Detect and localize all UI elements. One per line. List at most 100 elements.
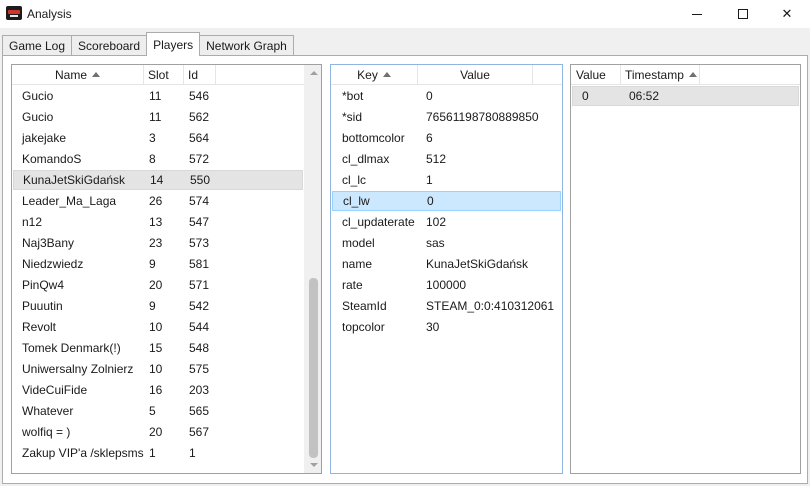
window-title: Analysis — [27, 7, 72, 21]
property-key-cell: cl_updaterate — [342, 215, 415, 229]
player-row[interactable]: Revolt 10 544 — [13, 317, 303, 337]
property-row[interactable]: cl_lc 1 — [332, 170, 561, 190]
maximize-button[interactable] — [720, 0, 766, 28]
column-header-id[interactable]: Id — [184, 65, 216, 85]
column-header-name[interactable]: Name — [12, 65, 144, 85]
player-row[interactable]: PinQw4 20 571 — [13, 275, 303, 295]
history-header: Value Timestamp — [571, 65, 800, 85]
property-row[interactable]: model sas — [332, 233, 561, 253]
scroll-thumb[interactable] — [309, 278, 318, 458]
player-name-cell: Tomek Denmark(!) — [22, 341, 121, 355]
scroll-down-icon[interactable] — [310, 463, 318, 467]
scroll-up-icon[interactable] — [310, 71, 318, 75]
player-row[interactable]: VideCuiFide 16 203 — [13, 380, 303, 400]
player-row[interactable]: Gucio 11 562 — [13, 107, 303, 127]
player-id-cell: 575 — [189, 362, 210, 376]
value-history-list[interactable]: Value Timestamp 0 06:52 — [570, 64, 801, 474]
player-row[interactable]: Naj3Bany 23 573 — [13, 233, 303, 253]
player-slot-cell: 8 — [149, 152, 156, 166]
tab-strip: Game Log Scoreboard Players Network Grap… — [2, 32, 294, 56]
player-slot-cell: 20 — [149, 425, 163, 439]
player-row[interactable]: Leader_Ma_Laga 26 574 — [13, 191, 303, 211]
player-id-cell: 562 — [189, 110, 210, 124]
players-tab-page: Name Slot Id Gucio 11 546 Gucio 11 562 jakejak… — [2, 55, 808, 484]
property-row[interactable]: cl_dlmax 512 — [332, 149, 561, 169]
close-icon: ✕ — [781, 6, 793, 21]
property-value-cell: 30 — [426, 320, 440, 334]
player-row[interactable]: Niedzwiedz 9 581 — [13, 254, 303, 274]
column-header-timestamp[interactable]: Timestamp — [621, 65, 700, 85]
column-header-value[interactable]: Value — [418, 65, 533, 85]
tab-players[interactable]: Players — [146, 32, 201, 56]
close-button[interactable]: ✕ — [764, 0, 810, 28]
property-value-cell: KunaJetSkiGdańsk — [426, 257, 529, 271]
player-row[interactable]: KomandoS 8 572 — [13, 149, 303, 169]
player-slot-cell: 26 — [149, 194, 163, 208]
column-header-key[interactable]: Key — [331, 65, 418, 85]
property-row[interactable]: topcolor 30 — [332, 317, 561, 337]
column-header-slot[interactable]: Slot — [144, 65, 184, 85]
property-row[interactable]: bottomcolor 6 — [332, 128, 561, 148]
player-row[interactable]: KunaJetSkiGdańsk 14 550 — [13, 170, 303, 190]
property-value-cell: sas — [426, 236, 445, 250]
player-row[interactable]: n12 13 547 — [13, 212, 303, 232]
tab-scoreboard[interactable]: Scoreboard — [71, 35, 148, 56]
player-name-cell: PinQw4 — [22, 278, 65, 292]
players-list[interactable]: Name Slot Id Gucio 11 546 Gucio 11 562 jakejak… — [11, 64, 322, 474]
property-row[interactable]: *sid 76561198780889850 — [332, 107, 561, 127]
player-slot-cell: 10 — [149, 320, 163, 334]
property-row[interactable]: *bot 0 — [332, 86, 561, 106]
property-row[interactable]: cl_updaterate 102 — [332, 212, 561, 232]
player-row[interactable]: Whatever 5 565 — [13, 401, 303, 421]
property-value-cell: 1 — [426, 173, 433, 187]
player-row[interactable]: Puuutin 9 542 — [13, 296, 303, 316]
column-header-id-label: Id — [188, 68, 199, 82]
property-row[interactable]: rate 100000 — [332, 275, 561, 295]
property-key-cell: *sid — [342, 110, 363, 124]
players-scrollbar[interactable] — [304, 65, 321, 473]
player-row[interactable]: jakejake 3 564 — [13, 128, 303, 148]
property-value-cell: 512 — [426, 152, 447, 166]
player-row[interactable]: Uniwersalny Zolnierz 10 575 — [13, 359, 303, 379]
player-id-cell: 550 — [190, 173, 211, 187]
player-name-cell: VideCuiFide — [22, 383, 88, 397]
player-slot-cell: 5 — [149, 404, 156, 418]
property-key-cell: SteamId — [342, 299, 387, 313]
player-slot-cell: 15 — [149, 341, 163, 355]
player-id-cell: 573 — [189, 236, 210, 250]
player-row[interactable]: wolfiq = ) 20 567 — [13, 422, 303, 442]
player-slot-cell: 1 — [149, 446, 156, 460]
player-row[interactable]: Tomek Denmark(!) 15 548 — [13, 338, 303, 358]
maximize-icon — [738, 9, 748, 19]
app-logo-icon — [6, 6, 22, 20]
player-name-cell: KomandoS — [22, 152, 82, 166]
tab-network-graph[interactable]: Network Graph — [199, 35, 294, 56]
column-header-timestamp-label: Timestamp — [625, 68, 684, 82]
player-id-cell: 581 — [189, 257, 210, 271]
minimize-button[interactable] — [674, 0, 720, 28]
sort-ascending-icon — [382, 72, 391, 77]
property-key-cell: model — [342, 236, 375, 250]
player-slot-cell: 16 — [149, 383, 163, 397]
player-name-cell: Revolt — [22, 320, 57, 334]
property-row[interactable]: SteamId STEAM_0:0:410312061 — [332, 296, 561, 316]
player-row[interactable]: Zakup VIP'a /sklepsms 1 1 — [13, 443, 303, 463]
player-properties-list[interactable]: Key Value *bot 0 *sid 76561198780889850 bott… — [330, 64, 563, 474]
property-value-cell: 6 — [426, 131, 433, 145]
history-timestamp-cell: 06:52 — [629, 89, 660, 103]
player-row[interactable]: Gucio 11 546 — [13, 86, 303, 106]
column-header-history-value[interactable]: Value — [571, 65, 621, 85]
property-row[interactable]: cl_lw 0 — [332, 191, 561, 211]
player-slot-cell: 9 — [149, 257, 156, 271]
history-row[interactable]: 0 06:52 — [572, 86, 799, 106]
player-name-cell: jakejake — [22, 131, 67, 145]
history-value-cell: 0 — [582, 89, 589, 103]
player-id-cell: 548 — [189, 341, 210, 355]
player-slot-cell: 14 — [150, 173, 164, 187]
property-key-cell: *bot — [342, 89, 364, 103]
column-header-value-label: Value — [460, 68, 490, 82]
tab-game-log[interactable]: Game Log — [2, 35, 73, 56]
player-id-cell: 571 — [189, 278, 210, 292]
player-id-cell: 574 — [189, 194, 210, 208]
property-row[interactable]: name KunaJetSkiGdańsk — [332, 254, 561, 274]
